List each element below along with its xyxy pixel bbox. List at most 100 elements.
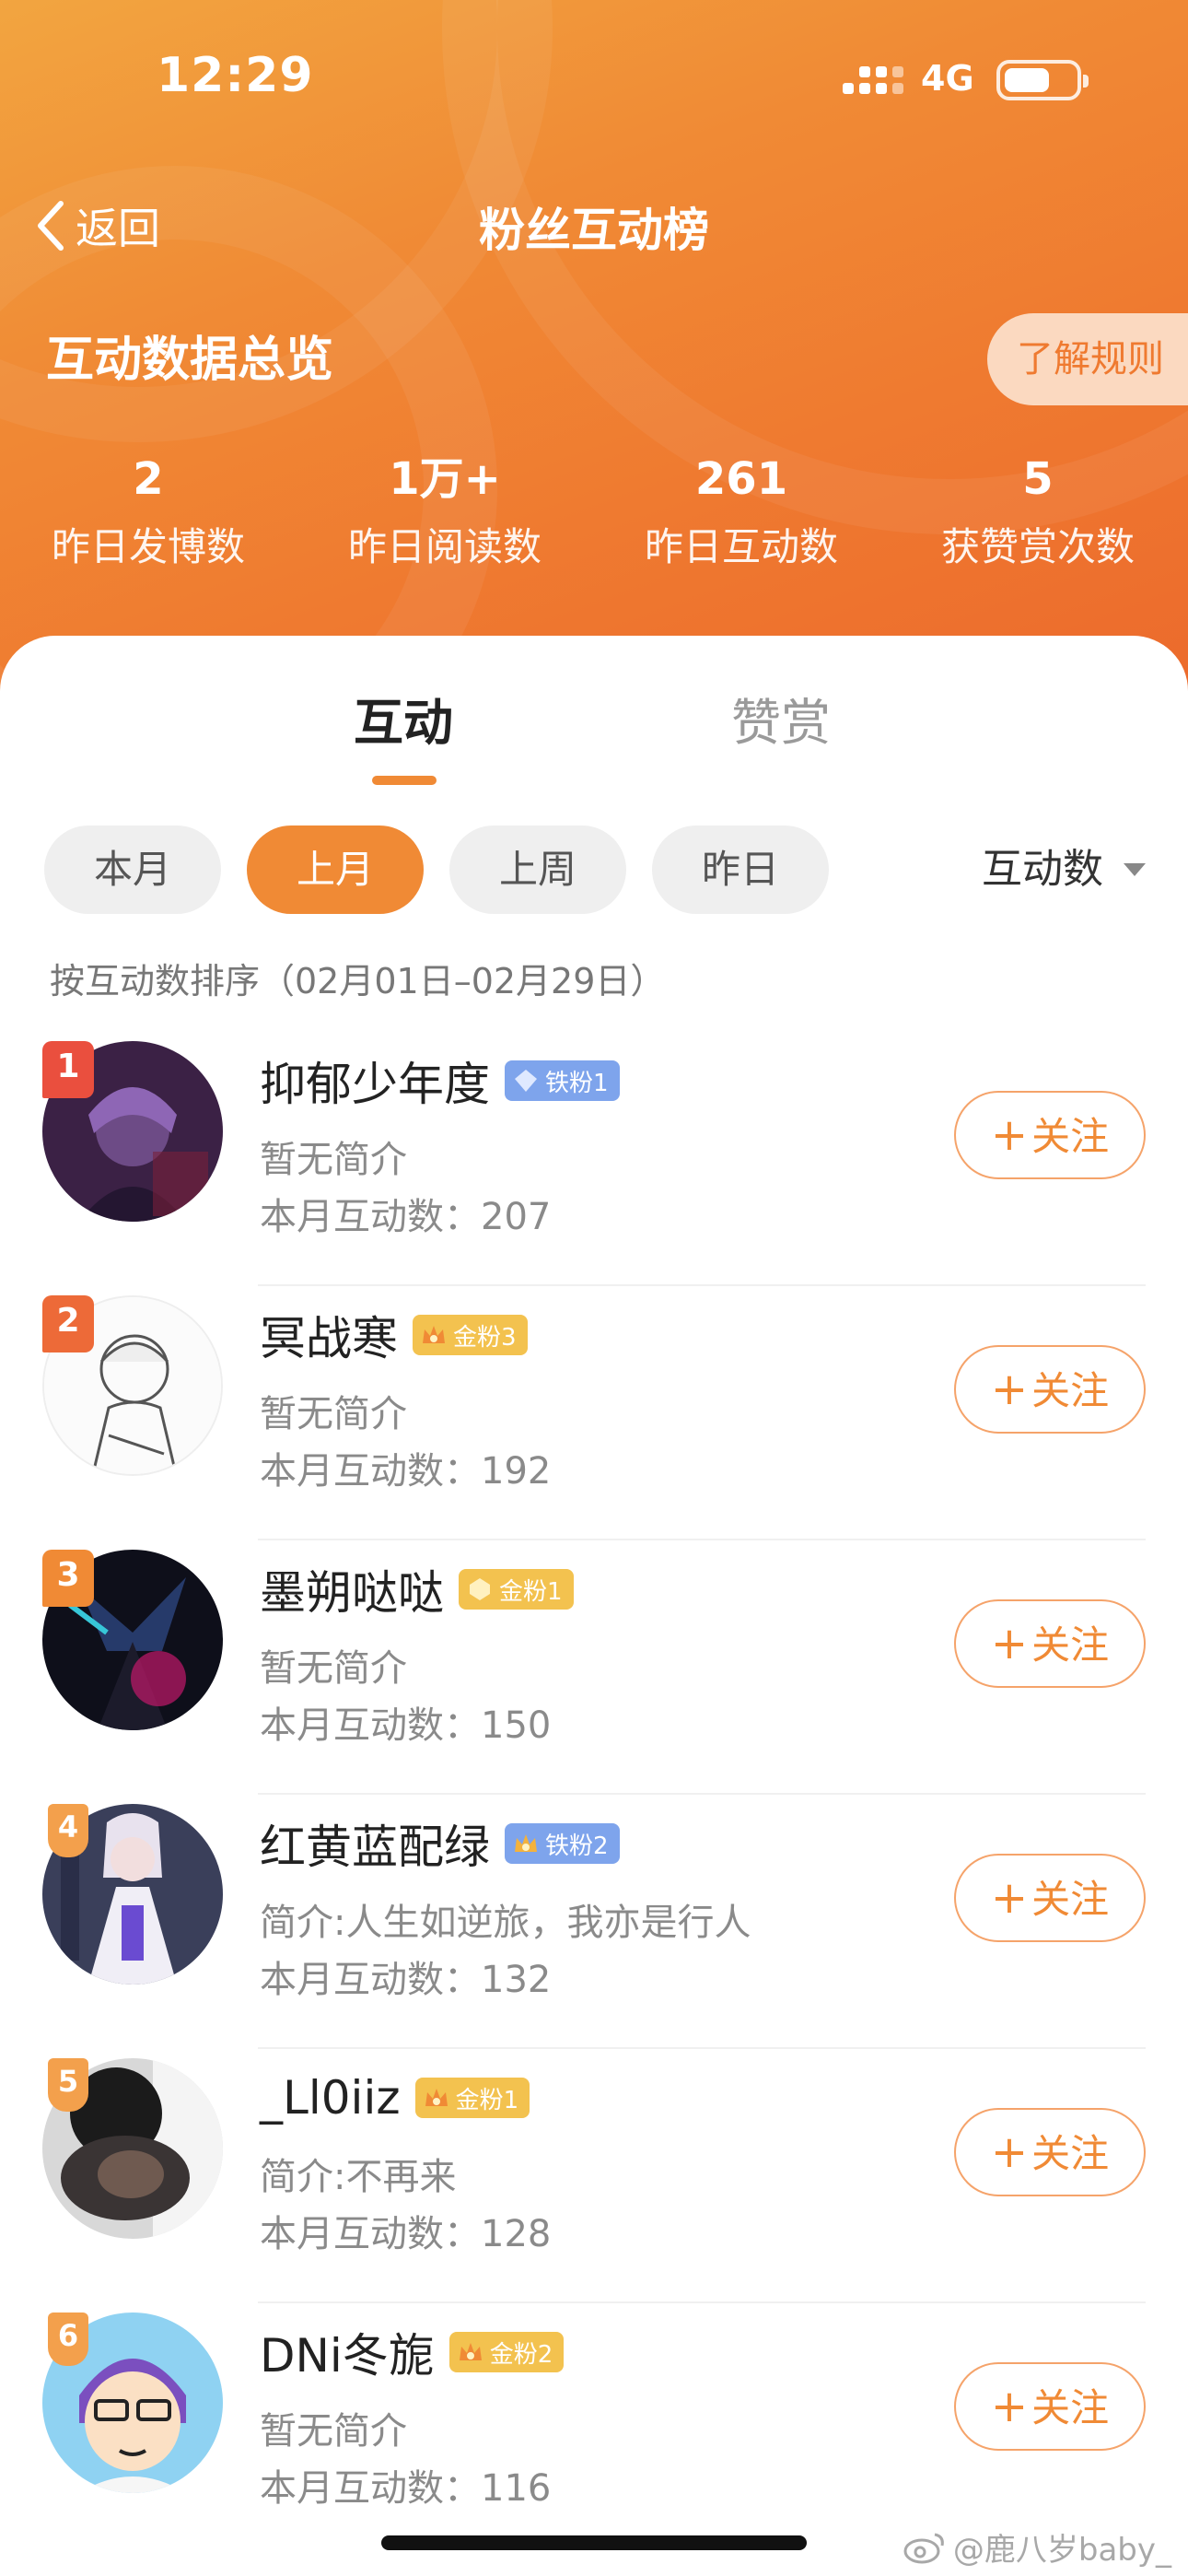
user-bio: 暂无简介 xyxy=(260,2410,407,2453)
sort-range-note: 按互动数排序（02月01日–02月29日） xyxy=(50,961,666,1001)
plus-icon: + xyxy=(990,2381,1029,2432)
rules-button[interactable]: 了解规则 xyxy=(987,313,1188,405)
badge-label: 金粉2 xyxy=(489,2340,553,2369)
status-bar: 12:29 4G xyxy=(0,0,1188,157)
follow-label: 关注 xyxy=(1031,2131,1110,2176)
signal-icon xyxy=(843,61,903,101)
weibo-logo-icon xyxy=(903,2533,944,2563)
list-item[interactable]: 1 抑郁少年度 铁粉1 暂无简介 本月互动数：207 +关注 xyxy=(0,1032,1188,1286)
user-name[interactable]: _Ll0iiz xyxy=(260,2071,401,2125)
stat-interactions: 261 昨日互动数 xyxy=(593,451,890,572)
plus-icon: + xyxy=(990,2126,1029,2178)
badge-label: 铁粉2 xyxy=(545,1832,609,1860)
badge-label: 金粉1 xyxy=(499,1577,563,1606)
content-sheet: 互动 赞赏 本月 上月 上周 昨日 互动数 按互动数排序（02月01日–02月2… xyxy=(0,636,1188,2576)
rank-badge: 1 xyxy=(42,1041,94,1098)
stat-value: 5 xyxy=(1022,453,1054,505)
follow-label: 关注 xyxy=(1031,1622,1110,1668)
rank-badge: 6 xyxy=(48,2313,88,2366)
follow-button[interactable]: +关注 xyxy=(954,1599,1146,1688)
filter-yesterday[interactable]: 昨日 xyxy=(652,825,829,914)
follow-button[interactable]: +关注 xyxy=(954,2108,1146,2196)
follow-label: 关注 xyxy=(1031,1114,1110,1159)
plus-icon: + xyxy=(990,1618,1029,1669)
plus-icon: + xyxy=(990,1364,1029,1415)
name-line: 冥战寒 金粉3 xyxy=(260,1303,528,1367)
user-name[interactable]: 冥战寒 xyxy=(260,1302,398,1368)
stats-row: 2 昨日发博数 1万+ 昨日阅读数 261 昨日互动数 5 获赞赏次数 xyxy=(0,451,1188,580)
tab-active-indicator xyxy=(372,776,437,785)
user-bio: 暂无简介 xyxy=(260,1139,407,1181)
stat-value: 261 xyxy=(694,453,788,505)
user-name[interactable]: 红黄蓝配绿 xyxy=(260,1810,490,1877)
stat-label: 获赞赏次数 xyxy=(940,524,1135,569)
user-bio: 暂无简介 xyxy=(260,1393,407,1435)
gem-icon xyxy=(470,1578,490,1600)
status-time: 12:29 xyxy=(157,48,314,103)
stat-label: 昨日互动数 xyxy=(644,524,838,569)
user-bio: 暂无简介 xyxy=(260,1647,407,1690)
stat-label: 昨日发博数 xyxy=(51,524,245,569)
crown-icon xyxy=(423,1326,445,1343)
user-bio: 简介:人生如逆旅，我亦是行人 xyxy=(260,1902,751,1944)
home-indicator[interactable] xyxy=(381,2535,807,2550)
plus-icon: + xyxy=(990,1109,1029,1161)
fan-level-badge: 金粉1 xyxy=(414,2078,530,2118)
rank-badge: 4 xyxy=(48,1804,88,1857)
sort-label: 互动数 xyxy=(982,846,1103,893)
follow-label: 关注 xyxy=(1031,2385,1110,2430)
stat-value: 2 xyxy=(133,453,164,505)
crown-icon xyxy=(515,1834,537,1852)
screen: 12:29 4G 返回 粉丝互动榜 互动数据总览 了解规则 2 昨日发博数 1万… xyxy=(0,0,1188,2576)
follow-button[interactable]: +关注 xyxy=(954,1091,1146,1179)
filter-bar: 本月 上月 上周 昨日 互动数 xyxy=(0,825,1188,918)
name-line: 红黄蓝配绿 铁粉2 xyxy=(260,1811,620,1876)
follow-button[interactable]: +关注 xyxy=(954,1854,1146,1942)
rank-badge: 2 xyxy=(42,1295,94,1352)
overview-title: 互动数据总览 xyxy=(46,333,334,388)
list-item[interactable]: 3 墨朔哒哒 金粉1 暂无简介 本月互动数：150 +关注 xyxy=(0,1540,1188,1795)
filter-this-month[interactable]: 本月 xyxy=(44,825,221,914)
fan-level-badge: 铁粉1 xyxy=(505,1060,620,1101)
user-name[interactable]: 抑郁少年度 xyxy=(260,1048,490,1114)
list-item[interactable]: 4 红黄蓝配绿 铁粉2 简介:人生如逆旅，我亦是行人 本月互动数：132 +关注 xyxy=(0,1795,1188,2049)
interaction-count: 本月互动数：128 xyxy=(260,2213,552,2255)
follow-button[interactable]: +关注 xyxy=(954,2362,1146,2451)
rank-badge: 5 xyxy=(48,2058,88,2112)
watermark: @鹿八岁baby_ xyxy=(902,2524,1171,2570)
stat-label: 昨日阅读数 xyxy=(347,524,542,569)
user-bio: 简介:不再来 xyxy=(260,2156,457,2198)
list-item[interactable]: 5 _Ll0iiz 金粉1 简介:不再来 本月互动数：128 +关注 xyxy=(0,2049,1188,2303)
badge-label: 金粉3 xyxy=(453,1323,517,1352)
fan-level-badge: 铁粉2 xyxy=(505,1823,620,1864)
crown-icon xyxy=(425,2089,448,2106)
fan-level-badge: 金粉2 xyxy=(448,2332,565,2372)
tab-reward[interactable]: 赞赏 xyxy=(731,682,831,755)
interaction-count: 本月互动数：132 xyxy=(260,1959,552,2001)
filter-last-week[interactable]: 上周 xyxy=(449,825,626,914)
name-line: _Ll0iiz 金粉1 xyxy=(260,2066,530,2130)
tab-bar: 互动 赞赏 xyxy=(0,636,1188,792)
user-name[interactable]: 墨朔哒哒 xyxy=(260,1556,444,1622)
list-item[interactable]: 6 DNi冬旎 金粉2 暂无简介 本月互动数：116 +关注 xyxy=(0,2303,1188,2558)
page-title: 粉丝互动榜 xyxy=(479,204,709,257)
crown-icon xyxy=(459,2343,482,2360)
name-line: DNi冬旎 金粉2 xyxy=(260,2319,565,2385)
fan-level-badge: 金粉3 xyxy=(413,1315,528,1355)
network-label: 4G xyxy=(921,58,974,99)
stat-reads: 1万+ 昨日阅读数 xyxy=(297,451,593,572)
stat-value: 1万+ xyxy=(389,453,501,505)
stat-rewards: 5 获赞赏次数 xyxy=(890,451,1186,572)
filter-last-month[interactable]: 上月 xyxy=(247,825,424,914)
list-item[interactable]: 2 冥战寒 金粉3 暂无简介 本月互动数：192 +关注 xyxy=(0,1286,1188,1540)
tab-interaction[interactable]: 互动 xyxy=(354,682,453,755)
plus-icon: + xyxy=(990,1872,1029,1924)
sort-dropdown[interactable]: 互动数 xyxy=(982,825,1146,914)
caret-down-icon xyxy=(1124,863,1146,876)
badge-label: 金粉1 xyxy=(455,2086,519,2114)
follow-button[interactable]: +关注 xyxy=(954,1345,1146,1434)
user-name[interactable]: DNi冬旎 xyxy=(260,2319,435,2385)
rank-badge: 3 xyxy=(42,1550,94,1607)
diamond-icon xyxy=(515,1070,537,1092)
stat-posts: 2 昨日发博数 xyxy=(0,451,297,572)
